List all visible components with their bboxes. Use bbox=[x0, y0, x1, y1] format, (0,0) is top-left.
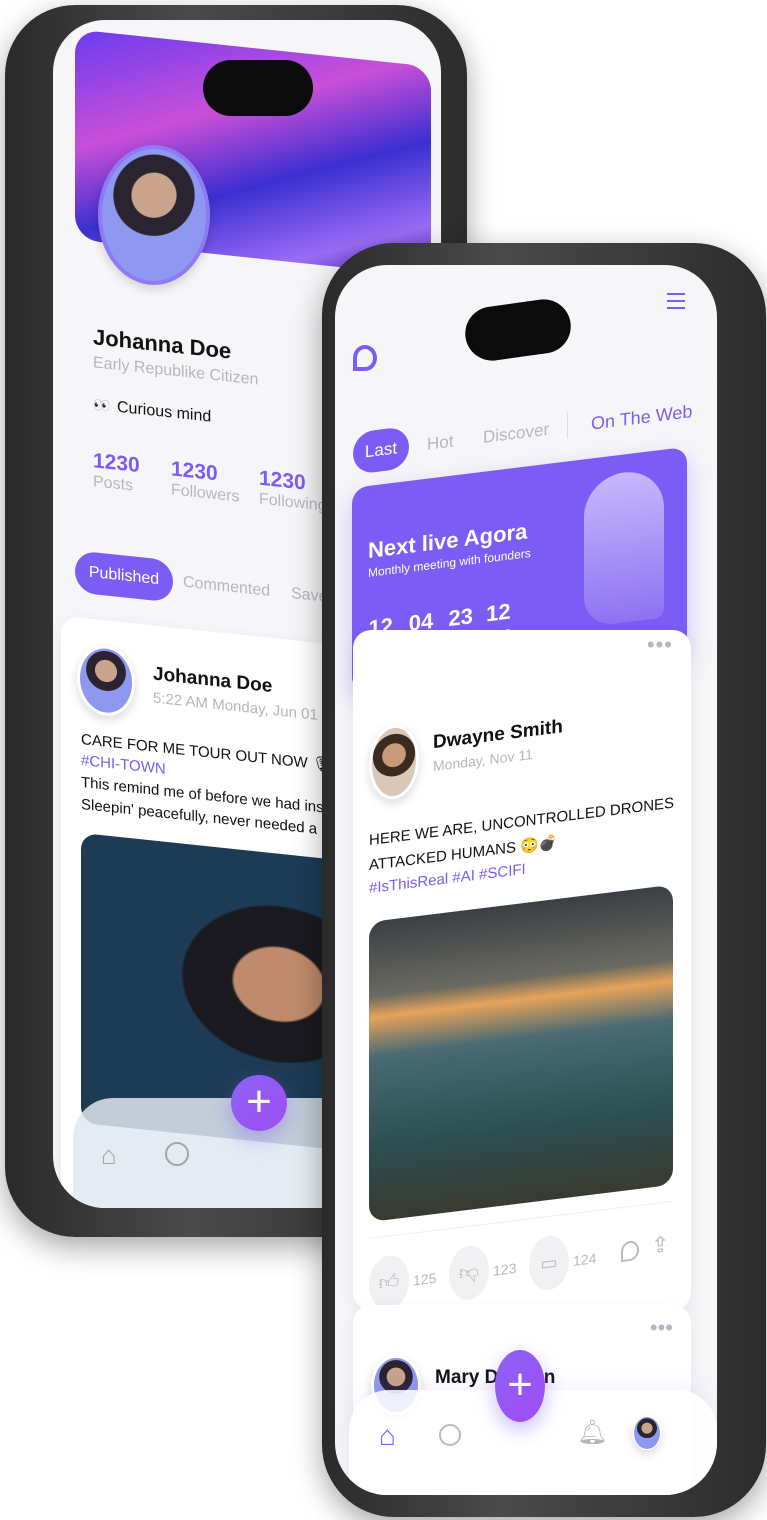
feed-screen: Last Hot Discover On The Web Next live A… bbox=[335, 265, 717, 1495]
tab-discover[interactable]: Discover bbox=[483, 420, 549, 448]
eyes-emoji-icon: 👀 bbox=[93, 396, 111, 415]
comment-count: 124 bbox=[573, 1250, 597, 1269]
thumbs-down-icon: 👎︎ bbox=[458, 1260, 480, 1286]
post-author[interactable]: Dwayne Smith bbox=[433, 716, 563, 754]
create-post-button[interactable]: + bbox=[231, 1075, 287, 1131]
post-avatar[interactable] bbox=[369, 721, 419, 803]
tab-on-the-web[interactable]: On The Web bbox=[591, 401, 692, 434]
profile-avatar[interactable] bbox=[633, 1416, 661, 1450]
tab-published[interactable]: Published bbox=[75, 550, 173, 603]
tab-hot[interactable]: Hot bbox=[427, 431, 453, 454]
search-icon[interactable] bbox=[165, 1142, 189, 1166]
dislike-count: 123 bbox=[493, 1259, 517, 1279]
tab-divider bbox=[567, 412, 568, 439]
stat-following[interactable]: 1230 Following bbox=[259, 467, 327, 516]
stat-posts[interactable]: 1230 Posts bbox=[93, 449, 140, 496]
more-options-icon[interactable]: ••• bbox=[650, 1315, 673, 1341]
thumbs-up-icon: 👍︎ bbox=[378, 1270, 400, 1295]
repost-icon[interactable] bbox=[621, 1239, 639, 1263]
post-hashtag[interactable]: #CHI-TOWN bbox=[81, 752, 166, 778]
comment-button[interactable]: ▭ bbox=[529, 1233, 569, 1293]
tab-commented[interactable]: Commented bbox=[183, 574, 270, 601]
profile-bio: Curious mind bbox=[117, 398, 212, 426]
home-icon[interactable]: ⌂ bbox=[101, 1140, 117, 1171]
right-phone: Last Hot Discover On The Web Next live A… bbox=[322, 243, 766, 1517]
like-button[interactable]: 👍︎ bbox=[369, 1253, 409, 1313]
search-icon[interactable] bbox=[439, 1424, 461, 1446]
like-count: 125 bbox=[413, 1269, 437, 1289]
bell-icon[interactable]: 🔔︎ bbox=[577, 1418, 607, 1447]
profile-subtitle: Early Republike Citizen bbox=[93, 354, 259, 389]
post-time: 5:22 AM Monday, Jun 01 bbox=[153, 689, 318, 724]
post-image[interactable] bbox=[369, 884, 673, 1223]
stat-followers[interactable]: 1230 Followers bbox=[171, 457, 239, 506]
create-post-button[interactable]: + bbox=[495, 1350, 545, 1422]
tab-last[interactable]: Last bbox=[353, 425, 409, 475]
home-icon[interactable]: ⌂ bbox=[379, 1420, 396, 1452]
comment-icon: ▭ bbox=[540, 1251, 558, 1274]
dislike-button[interactable]: 👎︎ bbox=[449, 1243, 489, 1303]
stat-label: Posts bbox=[93, 473, 134, 495]
share-icon[interactable]: ⇪ bbox=[651, 1231, 669, 1259]
post-avatar[interactable] bbox=[77, 642, 135, 719]
post-card: ••• Dwayne Smith Monday, Nov 11 HERE WE … bbox=[353, 630, 691, 1313]
